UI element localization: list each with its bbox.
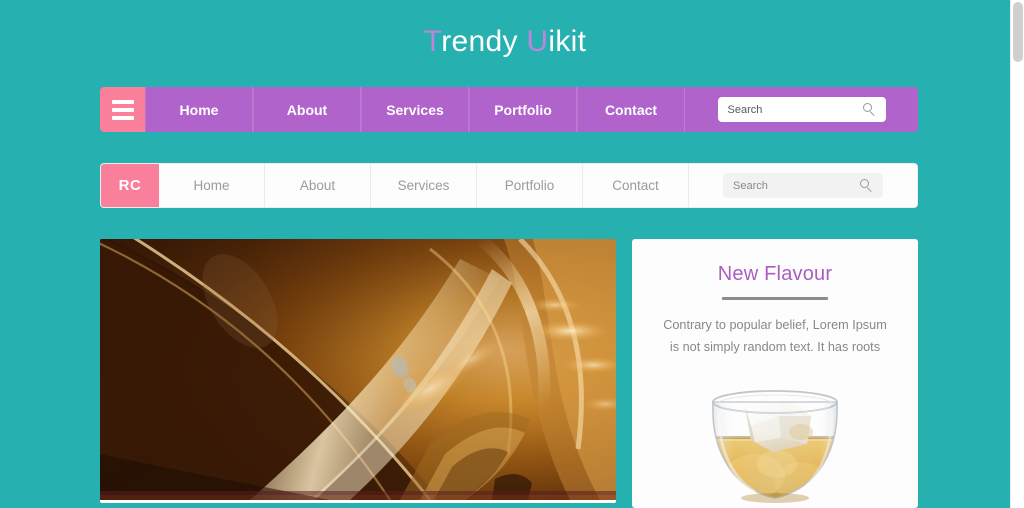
navbar-white-brand-rc[interactable]: RC [101, 164, 159, 207]
page-title: Trendy Uikit [0, 0, 1010, 66]
navbar-purple-item-contact[interactable]: Contact [577, 87, 685, 132]
navbar-purple-item-portfolio[interactable]: Portfolio [469, 87, 577, 132]
page-title-accent-t: T [423, 25, 442, 58]
whiskey-glass-graphic [712, 390, 838, 503]
page-title-accent-u: U [526, 25, 549, 58]
hamburger-menu-icon [111, 99, 134, 120]
hamburger-bar-3 [111, 115, 134, 120]
page-title-rest-1: rendy [441, 25, 527, 58]
navbar-purple: Home About Services Portfolio Contact Se… [100, 87, 918, 132]
hero-image [100, 239, 616, 500]
navbar-white-item-services[interactable]: Services [371, 164, 477, 207]
hero-image-graphic [100, 239, 616, 500]
navbar-white-item-portfolio[interactable]: Portfolio [477, 164, 583, 207]
search-icon [860, 179, 873, 192]
navbar-white-search-cell: Search [689, 164, 917, 207]
hamburger-bar-2 [111, 107, 134, 112]
navbar-purple-search-cell: Search [685, 87, 918, 132]
hamburger-menu-button[interactable] [100, 87, 145, 132]
new-flavour-divider [722, 297, 828, 300]
new-flavour-title: New Flavour [717, 263, 833, 285]
page-title-rest-2: ikit [548, 25, 587, 58]
navbar-white-item-home[interactable]: Home [159, 164, 265, 207]
content-row: New Flavour Contrary to popular belief, … [100, 239, 918, 508]
page-scrollbar-thumb[interactable] [1013, 2, 1023, 62]
navbar-purple-item-about[interactable]: About [253, 87, 361, 132]
new-flavour-card: New Flavour Contrary to popular belief, … [632, 239, 918, 508]
search-icon [862, 103, 876, 116]
navbar-white-search-input[interactable]: Search [723, 173, 883, 198]
whiskey-glass-image [656, 372, 894, 508]
hero-image-card [100, 239, 616, 503]
page-root: Trendy Uikit Home About Services Portfol… [0, 0, 1010, 508]
navbar-white-item-contact[interactable]: Contact [583, 164, 689, 207]
navbar-white: RC Home About Services Portfolio Contact… [100, 163, 918, 208]
page-scrollbar[interactable] [1010, 0, 1024, 508]
hamburger-bar-1 [111, 99, 134, 104]
navbar-purple-search-placeholder: Search [727, 103, 763, 116]
new-flavour-body: Contrary to popular belief, Lorem Ipsum … [663, 318, 887, 354]
navbar-purple-item-services[interactable]: Services [361, 87, 469, 132]
navbar-white-item-about[interactable]: About [265, 164, 371, 207]
navbar-white-search-placeholder: Search [733, 179, 768, 192]
navbar-purple-search-input[interactable]: Search [717, 97, 886, 122]
navbar-purple-item-home[interactable]: Home [145, 87, 253, 132]
